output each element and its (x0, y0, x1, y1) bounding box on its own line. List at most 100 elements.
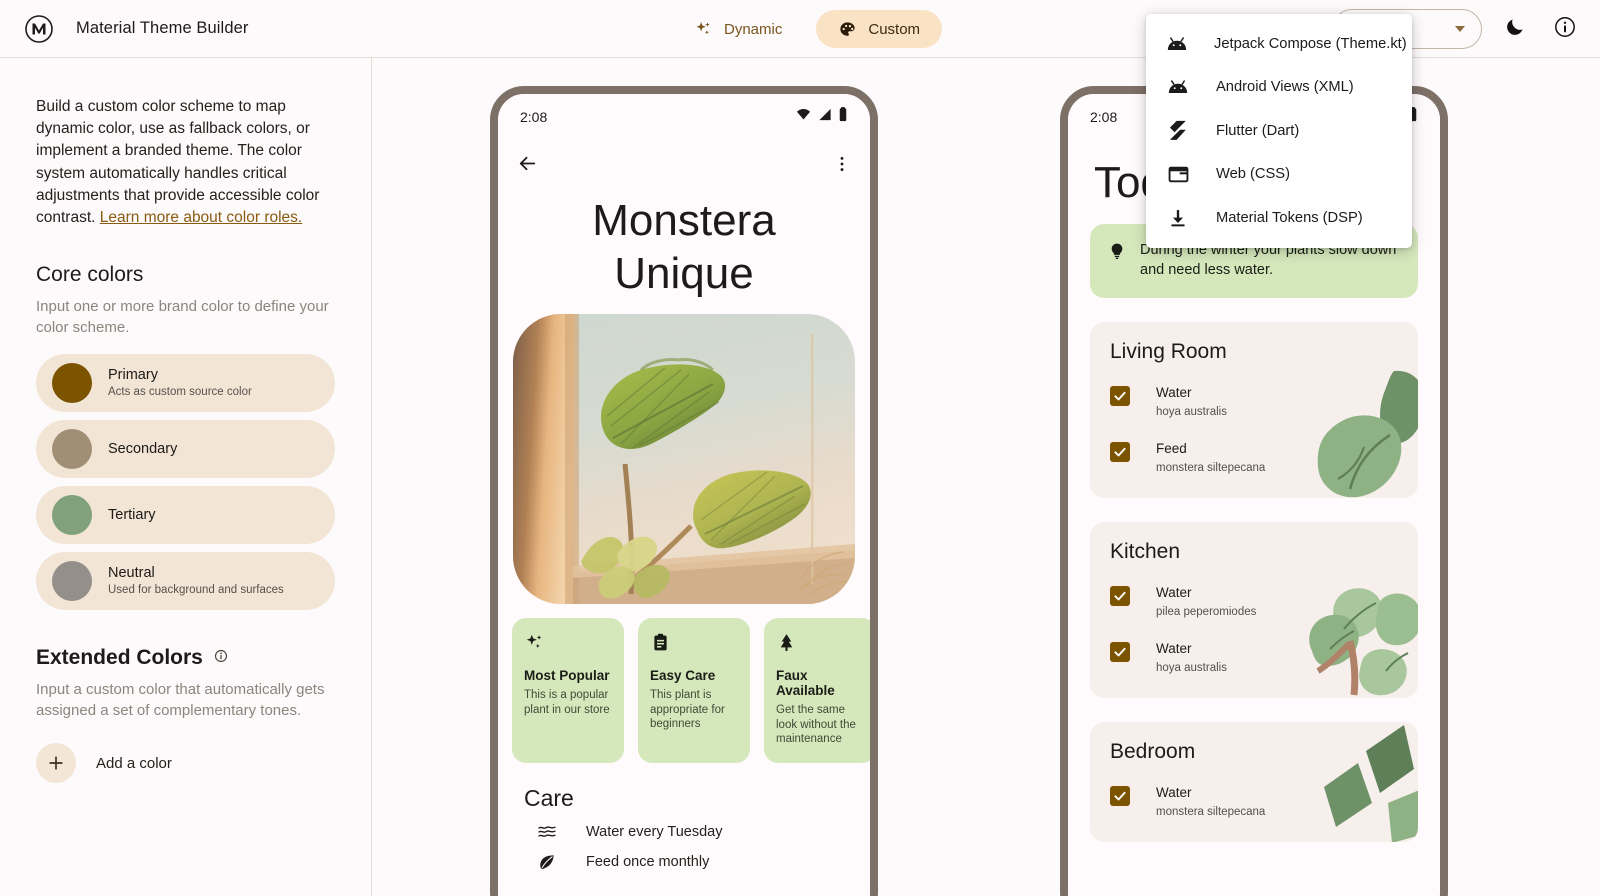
learn-more-link[interactable]: Learn more about color roles. (100, 209, 302, 226)
feature-card[interactable]: Easy Care This plant is appropriate for … (638, 618, 750, 763)
task-checkbox[interactable] (1110, 642, 1130, 662)
info-button[interactable] (1548, 12, 1582, 46)
task-title: Water (1156, 585, 1192, 600)
status-clock: 2:08 (520, 109, 548, 125)
status-clock: 2:08 (1090, 109, 1118, 125)
swatch-desc: Acts as custom source color (108, 385, 252, 398)
swatch-neutral[interactable]: Neutral Used for background and surfaces (36, 552, 335, 611)
feature-card[interactable]: Most Popular This is a popular plant in … (512, 618, 624, 763)
color-dot (52, 561, 92, 602)
swatch-name: Secondary (108, 440, 178, 457)
plus-icon (36, 743, 76, 784)
feature-card[interactable]: Faux Available Get the same look without… (764, 618, 870, 763)
arrow-back-icon[interactable] (516, 152, 539, 180)
intro-paragraph: Build a custom color scheme to map dynam… (36, 96, 335, 229)
flutter-icon (1166, 120, 1190, 142)
battery-icon (838, 106, 848, 128)
task-checkbox[interactable] (1110, 386, 1130, 406)
color-dot (52, 363, 92, 404)
material-theme-builder-app: Material Theme Builder Dynamic Custom Bu… (0, 0, 1600, 896)
add-a-color-button[interactable]: Add a color (36, 743, 335, 784)
wifi-icon (795, 107, 812, 127)
preview-canvas: 2:08 Monstera Unique Most Popular This i… (372, 58, 1600, 896)
menu-item-label: Jetpack Compose (Theme.kt) (1214, 35, 1407, 52)
core-colors-subtext: Input one or more brand color to define … (36, 298, 329, 336)
more-vert-icon[interactable] (832, 154, 852, 179)
menu-item-label: Flutter (Dart) (1216, 122, 1300, 139)
mode-chip-custom[interactable]: Custom (816, 10, 943, 48)
color-dot (52, 495, 92, 536)
task-checkbox[interactable] (1110, 786, 1130, 806)
leaf-icon (536, 852, 558, 872)
brand: Material Theme Builder (0, 14, 248, 44)
menu-item-web-css[interactable]: Web (CSS) (1146, 153, 1412, 197)
menu-item-jetpack-compose[interactable]: Jetpack Compose (Theme.kt) (1146, 22, 1412, 66)
care-item: Water every Tuesday (498, 812, 870, 840)
room-name: Living Room (1110, 340, 1227, 363)
task-plant: pilea peperomiodes (1156, 606, 1257, 618)
task-checkbox[interactable] (1110, 586, 1130, 606)
menu-item-material-tokens[interactable]: Material Tokens (DSP) (1146, 196, 1412, 240)
plant-title: Monstera Unique (592, 196, 776, 298)
task-row: Feed monstera siltepecana (1110, 440, 1398, 476)
web-layout-icon (1166, 166, 1190, 183)
swatch-tertiary[interactable]: Tertiary (36, 486, 335, 545)
task-title: Water (1156, 641, 1192, 656)
dark-mode-toggle[interactable] (1498, 12, 1532, 46)
menu-item-label: Material Tokens (DSP) (1216, 209, 1363, 226)
sparkle-icon (524, 632, 612, 656)
task-title: Water (1156, 785, 1192, 800)
swatch-desc: Used for background and surfaces (108, 583, 284, 596)
task-title: Feed (1156, 441, 1187, 456)
moon-icon (1504, 16, 1526, 43)
swatch-name: Neutral (108, 564, 155, 581)
feature-title: Faux Available (776, 668, 835, 698)
care-label: Water every Tuesday (586, 823, 723, 840)
sparkle-icon (694, 20, 713, 39)
info-outline-icon[interactable] (214, 649, 228, 668)
menu-item-label: Web (CSS) (1216, 166, 1290, 183)
app-title: Material Theme Builder (76, 19, 249, 37)
signal-icon (817, 107, 833, 127)
info-icon (1553, 15, 1577, 44)
clipboard-icon (650, 632, 738, 656)
mode-chip-dynamic-label: Dynamic (724, 20, 783, 38)
task-checkbox[interactable] (1110, 442, 1130, 462)
extended-colors-header: Extended Colors (36, 646, 335, 670)
care-heading: Care (524, 784, 574, 811)
swatch-secondary[interactable]: Secondary (36, 420, 335, 479)
room-name: Bedroom (1110, 740, 1196, 763)
intro-text: Build a custom color scheme to map dynam… (36, 98, 320, 227)
theme-mode-toggle: Dynamic Custom (672, 10, 943, 48)
room-card-kitchen: Kitchen Water pilea peperomiodes Water h… (1090, 522, 1418, 698)
mode-chip-dynamic[interactable]: Dynamic (672, 10, 804, 48)
feature-title: Most Popular (524, 668, 610, 683)
room-name: Kitchen (1110, 540, 1181, 563)
menu-item-flutter[interactable]: Flutter (Dart) (1146, 109, 1412, 153)
care-item: Feed once monthly (498, 840, 870, 872)
menu-item-label: Android Views (XML) (1216, 79, 1354, 96)
task-plant: monstera siltepecana (1156, 462, 1266, 474)
task-plant: hoya australis (1156, 662, 1227, 674)
water-waves-icon (536, 824, 558, 840)
plant-hero-image (513, 314, 855, 604)
phone-one-screen: 2:08 Monstera Unique Most Popular This i… (498, 94, 870, 896)
extended-colors-subtext: Input a custom color that automatically … (36, 681, 325, 719)
leaf-decoration (1278, 553, 1418, 698)
swatch-name: Primary (108, 366, 158, 383)
phone-one-statusbar: 2:08 (498, 94, 870, 140)
task-row: Water hoya australis (1110, 384, 1398, 420)
feature-desc: This is a popular plant in our store (524, 689, 610, 716)
tree-icon (776, 632, 864, 656)
room-card-bedroom: Bedroom Water monstera siltepecana (1090, 722, 1418, 842)
task-row: Water pilea peperomiodes (1110, 584, 1398, 620)
task-title: Water (1156, 385, 1192, 400)
download-icon (1166, 208, 1190, 228)
status-icon-group (795, 106, 848, 128)
swatch-primary[interactable]: Primary Acts as custom source color (36, 354, 335, 413)
menu-item-android-views[interactable]: Android Views (XML) (1146, 66, 1412, 110)
add-a-color-label: Add a color (96, 754, 172, 772)
task-row: Water hoya australis (1110, 640, 1398, 676)
feature-desc: Get the same look without the maintenanc… (776, 704, 856, 745)
core-color-list: Primary Acts as custom source color Seco… (36, 354, 335, 611)
